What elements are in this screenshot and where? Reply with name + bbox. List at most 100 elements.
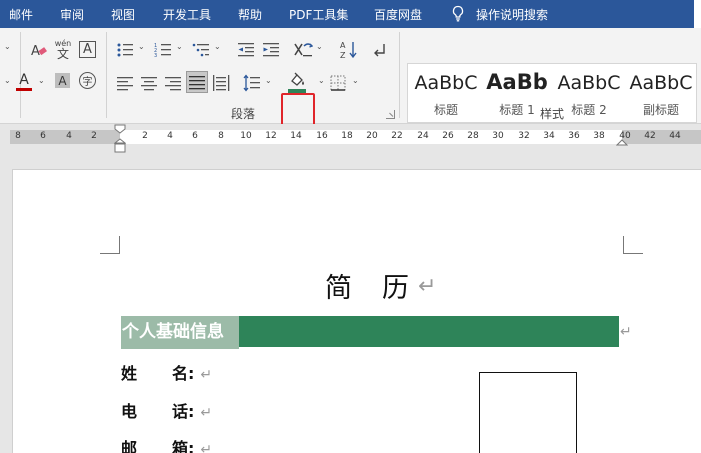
- field-name[interactable]: 姓 名: ↵: [121, 360, 212, 384]
- ruler-number: 36: [568, 131, 580, 141]
- style-title[interactable]: AaBbC 标题: [410, 64, 482, 122]
- ruler-number: 44: [669, 131, 681, 141]
- field-name-label-a: 姓: [121, 364, 138, 383]
- sort-button[interactable]: AZ: [340, 40, 358, 60]
- paragraph-dialog-launcher-icon[interactable]: [386, 110, 395, 119]
- ruler-number: 26: [442, 131, 454, 141]
- chevron-down-icon[interactable]: ⌄: [265, 76, 272, 85]
- phonetic-guide-char: 文: [56, 46, 69, 61]
- chevron-down-icon[interactable]: ⌄: [352, 76, 359, 85]
- ruler-number: 4: [66, 131, 72, 141]
- menu-bar: 邮件 审阅 视图 开发工具 帮助 PDF工具集 百度网盘 操作说明搜索: [0, 0, 701, 28]
- paragraph-mark: ↵: [418, 274, 437, 299]
- horizontal-ruler[interactable]: 8 6 4 2 2 4 6 8 10 12 14 16 18 20 22 24 …: [0, 124, 701, 154]
- phonetic-guide-button[interactable]: wén 文: [54, 39, 72, 61]
- ribbon: ⌄ A wén 文 A ⌄ A ⌄ A 字 ⌄ 123 ⌄ ⌄ ⌄ AZ ⌄ ⌄…: [0, 28, 701, 127]
- chevron-down-icon[interactable]: ⌄: [316, 42, 323, 51]
- chevron-down-icon[interactable]: ⌄: [176, 42, 183, 51]
- clear-formatting-button[interactable]: A: [30, 41, 48, 59]
- align-left-button[interactable]: [116, 74, 134, 92]
- svg-text:A: A: [340, 41, 346, 50]
- field-phone[interactable]: 电 话: ↵: [121, 398, 212, 422]
- tab-help[interactable]: 帮助: [238, 6, 262, 23]
- menu-edge: [694, 0, 701, 28]
- ruler-number: 8: [15, 131, 21, 141]
- document-title[interactable]: 简历: [325, 266, 409, 305]
- numbering-button[interactable]: 123: [154, 41, 172, 59]
- ruler-number: 20: [366, 131, 378, 141]
- tell-me-search[interactable]: 操作说明搜索: [476, 6, 548, 23]
- shading-button[interactable]: [287, 71, 307, 93]
- style-heading-2-name: 标题 2: [571, 103, 607, 117]
- justify-button[interactable]: [186, 71, 208, 93]
- font-color-swatch: [16, 88, 32, 91]
- increase-indent-button[interactable]: [262, 41, 280, 59]
- svg-text:Z: Z: [340, 51, 346, 60]
- ribbon-divider: [106, 32, 107, 118]
- ruler-number: 12: [265, 131, 277, 141]
- svg-text:3: 3: [154, 53, 157, 59]
- field-email[interactable]: 邮 箱: ↵: [121, 435, 212, 453]
- chevron-down-icon[interactable]: ⌄: [4, 42, 11, 51]
- tab-baidu-netdisk[interactable]: 百度网盘: [374, 6, 422, 23]
- ruler-number: 42: [644, 131, 656, 141]
- show-paragraph-marks-button[interactable]: [372, 41, 388, 59]
- line-spacing-button[interactable]: [243, 74, 261, 92]
- right-indent-marker[interactable]: [616, 136, 628, 146]
- ruler-number: 10: [240, 131, 252, 141]
- document-page[interactable]: [12, 169, 701, 453]
- align-center-button[interactable]: [140, 74, 158, 92]
- character-shading-button[interactable]: A: [55, 73, 70, 88]
- bullets-button[interactable]: [116, 41, 134, 59]
- ruler-number: 2: [91, 131, 97, 141]
- field-email-label-a: 邮: [121, 439, 138, 453]
- ruler-number: 32: [518, 131, 530, 141]
- style-title-sample: AaBbC: [414, 72, 478, 94]
- ruler-number: 8: [218, 131, 224, 141]
- chevron-down-icon[interactable]: ⌄: [318, 76, 325, 85]
- tab-developer[interactable]: 开发工具: [163, 6, 211, 23]
- tab-review[interactable]: 审阅: [60, 6, 84, 23]
- enclose-characters-button[interactable]: 字: [79, 72, 96, 89]
- svg-text:A: A: [31, 44, 40, 59]
- multilevel-list-button[interactable]: [192, 41, 210, 59]
- tab-mailings[interactable]: 邮件: [9, 6, 33, 23]
- crop-mark: [100, 236, 120, 254]
- field-phone-label-a: 电: [121, 402, 138, 421]
- photo-box[interactable]: [479, 372, 577, 453]
- section-heading[interactable]: 个人基础信息: [121, 316, 239, 349]
- chevron-down-icon[interactable]: ⌄: [38, 76, 45, 85]
- tab-view[interactable]: 视图: [111, 6, 135, 23]
- chevron-down-icon[interactable]: ⌄: [138, 42, 145, 51]
- style-subtitle[interactable]: AaBbC 副标题: [626, 64, 696, 122]
- ruler-number: 4: [167, 131, 173, 141]
- character-border-button[interactable]: A: [79, 41, 96, 58]
- style-title-name: 标题: [433, 103, 458, 117]
- chevron-down-icon[interactable]: ⌄: [214, 42, 221, 51]
- first-line-indent-marker[interactable]: [114, 124, 126, 154]
- font-color-letter: A: [19, 72, 29, 88]
- borders-button[interactable]: [329, 74, 347, 92]
- shading-color-swatch: [288, 88, 306, 93]
- chevron-down-icon[interactable]: ⌄: [4, 76, 11, 85]
- ruler-number: 34: [543, 131, 555, 141]
- distributed-button[interactable]: [212, 74, 230, 92]
- ruler-number: 2: [142, 131, 148, 141]
- decrease-indent-button[interactable]: [237, 41, 255, 59]
- style-heading-2[interactable]: AaBbC 标题 2: [554, 64, 624, 122]
- styles-group-label: 样式: [540, 107, 565, 121]
- tab-pdf-tools[interactable]: PDF工具集: [289, 6, 348, 23]
- ruler-number: 6: [40, 131, 46, 141]
- crop-mark: [623, 236, 643, 254]
- chinese-layout-button[interactable]: [293, 41, 313, 59]
- field-name-label-b: 名:: [172, 364, 195, 383]
- ruler-number: 24: [417, 131, 429, 141]
- paragraph-group-label: 段落: [231, 107, 256, 121]
- document-title-char-2: 历: [382, 273, 409, 304]
- ruler-number: 38: [593, 131, 605, 141]
- field-phone-label-b: 话:: [172, 402, 195, 421]
- font-color-button[interactable]: A: [15, 72, 33, 92]
- paragraph-mark: ↵: [200, 442, 213, 453]
- style-subtitle-name: 副标题: [642, 103, 679, 117]
- align-right-button[interactable]: [164, 74, 182, 92]
